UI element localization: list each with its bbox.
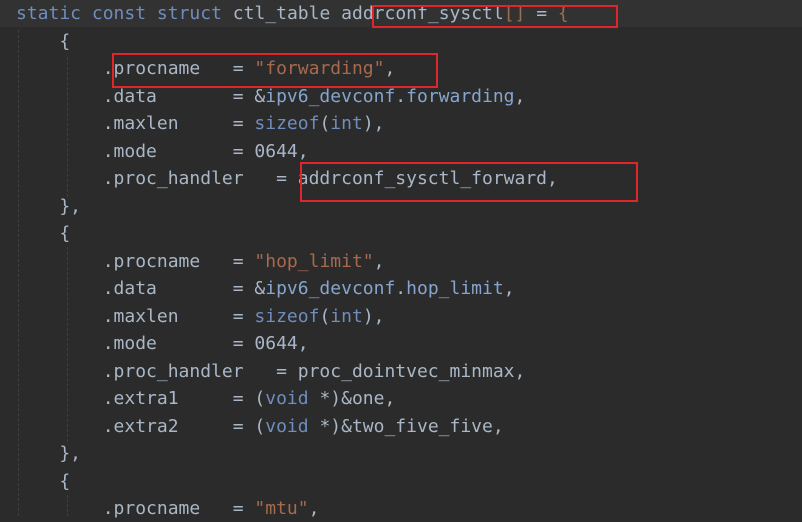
code-token: .mode = 0644, — [16, 140, 309, 162]
code-token: { — [16, 30, 71, 52]
code-token: .extra1 = ( — [16, 388, 266, 409]
code-line[interactable]: .maxlen = sizeof(int), — [16, 110, 385, 137]
code-token: { — [16, 223, 71, 244]
code-token: ( — [319, 113, 331, 134]
code-token: ctl_table — [221, 3, 342, 24]
code-line[interactable]: .extra2 = (void *)&two_five_five, — [16, 413, 504, 440]
code-token: .data = & — [16, 85, 266, 107]
code-line[interactable]: { — [16, 220, 70, 247]
code-token: void — [265, 415, 309, 437]
code-token: .procname = — [16, 250, 255, 272]
code-token: , — [514, 85, 526, 107]
code-token: .maxlen = — [16, 305, 255, 327]
highlight-box-proc-handler — [300, 162, 638, 202]
code-token: "hop_limit" — [254, 250, 374, 272]
highlight-box-procname — [112, 53, 438, 88]
code-token: int — [330, 113, 363, 134]
code-token: , — [503, 278, 515, 299]
code-line[interactable]: .mode = 0644, — [16, 330, 309, 357]
code-line[interactable]: }, — [16, 193, 81, 220]
code-token: }, — [16, 195, 82, 217]
code-token: , — [373, 250, 385, 272]
code-token: .data = & — [16, 278, 266, 299]
code-line[interactable]: { — [16, 28, 70, 55]
code-line[interactable]: .procname = "hop_limit", — [16, 248, 385, 275]
code-token: .proc_handler = proc_dointvec_minmax, — [16, 360, 526, 382]
code-line[interactable]: .maxlen = sizeof(int), — [16, 303, 385, 330]
code-token: ), — [362, 305, 385, 327]
highlight-box-struct-name — [372, 5, 618, 28]
code-token: . — [395, 85, 407, 107]
code-token: forwarding — [406, 85, 515, 107]
code-token: .extra2 = ( — [16, 415, 266, 437]
code-token: int — [330, 305, 363, 327]
code-line[interactable]: .mode = 0644, — [16, 138, 309, 165]
code-token: void — [265, 388, 309, 409]
code-token: .mode = 0644, — [16, 333, 309, 354]
code-token: *)&two_five_five, — [308, 415, 504, 437]
code-line[interactable]: .data = &ipv6_devconf.hop_limit, — [16, 275, 515, 302]
code-token: { — [16, 470, 71, 492]
code-line[interactable]: .proc_handler = proc_dointvec_minmax, — [16, 358, 526, 385]
code-line[interactable]: }, — [16, 440, 81, 467]
code-token: sizeof — [254, 305, 320, 327]
code-token: struct — [156, 3, 222, 24]
code-token: const — [91, 3, 147, 24]
code-editor[interactable]: static const struct ctl_table addrconf_s… — [0, 0, 802, 519]
code-token: }, — [16, 443, 82, 464]
code-token: *)&one, — [308, 388, 396, 409]
code-token: ), — [362, 113, 385, 134]
code-line[interactable]: .extra1 = (void *)&one, — [16, 385, 396, 412]
code-token: ipv6_devconf — [265, 278, 396, 299]
code-line[interactable]: .procname = "mtu", — [16, 495, 320, 522]
code-token: sizeof — [254, 113, 320, 134]
code-token: ( — [319, 305, 331, 327]
code-token: . — [395, 278, 407, 299]
code-token: ipv6_devconf — [265, 85, 396, 107]
code-line[interactable]: { — [16, 468, 70, 495]
code-token: .maxlen = — [16, 113, 255, 134]
code-token: hop_limit — [406, 278, 504, 299]
code-token: static — [16, 3, 82, 24]
